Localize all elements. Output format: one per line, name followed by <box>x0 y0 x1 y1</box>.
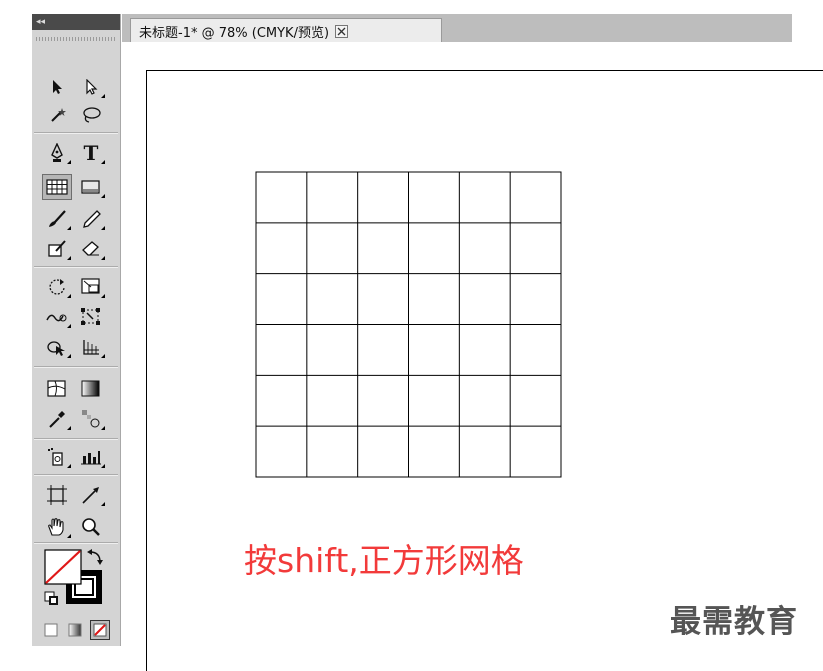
column-graph-icon <box>81 451 101 465</box>
warp-icon <box>46 314 67 322</box>
slice-tool[interactable] <box>76 482 106 508</box>
eyedropper-tool[interactable] <box>42 406 72 432</box>
zoom-icon <box>82 518 100 536</box>
perspective-grid-tool[interactable] <box>76 334 106 360</box>
color-mode-button[interactable] <box>44 622 58 637</box>
magic-wand-icon <box>51 108 66 122</box>
symbol-sprayer-tool[interactable] <box>42 444 72 470</box>
warp-tool[interactable] <box>42 304 72 330</box>
free-transform-tool[interactable] <box>76 304 106 330</box>
hand-tool[interactable] <box>42 514 72 540</box>
panel-grip[interactable] <box>36 37 116 41</box>
zoom-tool[interactable] <box>76 514 106 540</box>
shape-builder-tool[interactable] <box>42 334 72 360</box>
selection-tool[interactable] <box>42 74 72 100</box>
pencil-icon <box>83 210 101 228</box>
rectangle-tool[interactable] <box>76 174 106 200</box>
gradient-mode-button[interactable] <box>68 622 82 637</box>
blob-brush-icon <box>48 240 66 257</box>
eraser-icon <box>82 241 99 256</box>
document-tab-title: 未标题-1* @ 78% (CMYK/预览) <box>139 25 330 41</box>
pen-icon <box>51 143 63 162</box>
blend-icon <box>82 410 100 428</box>
fill-stroke-swatches <box>44 549 103 605</box>
panel-collapse-bar[interactable]: ◂◂ <box>32 14 120 30</box>
canvas-caption: 按shift,正方形网格 <box>244 541 524 580</box>
collapse-icon[interactable]: ◂◂ <box>36 14 45 30</box>
eraser-tool[interactable] <box>76 236 106 262</box>
gradient-mode-icon <box>68 623 82 637</box>
artboard-icon <box>47 485 67 505</box>
hand-icon <box>48 518 64 536</box>
watermark-logo: 最需教育 <box>670 604 798 640</box>
direct-selection-tool[interactable] <box>76 74 106 100</box>
magic-wand-tool[interactable] <box>42 102 72 128</box>
fill-stroke-widget[interactable] <box>42 544 112 618</box>
none-mode-button[interactable] <box>90 620 110 640</box>
shape-builder-icon <box>47 341 65 356</box>
rectangular-grid-tool[interactable] <box>42 174 72 200</box>
arrow-icon <box>53 80 62 94</box>
column-graph-tool[interactable] <box>76 444 106 470</box>
rotate-tool[interactable] <box>42 274 72 300</box>
symbol-sprayer-icon <box>48 448 63 466</box>
mesh-tool[interactable] <box>42 376 72 402</box>
none-mode-icon <box>93 623 107 637</box>
blob-brush-tool[interactable] <box>42 236 72 262</box>
close-icon[interactable] <box>335 24 349 38</box>
hollow-arrow-icon <box>86 79 98 95</box>
perspective-grid-icon <box>83 340 99 355</box>
rotate-icon <box>49 279 65 295</box>
artboard-tool[interactable] <box>42 482 72 508</box>
lasso-icon <box>83 107 101 123</box>
color-mode-icon <box>44 623 58 637</box>
lasso-tool[interactable] <box>76 102 106 128</box>
tools-panel: ◂◂ T <box>32 14 121 646</box>
gradient-icon <box>81 380 100 397</box>
type-icon: T <box>83 141 99 165</box>
pen-tool[interactable] <box>42 140 72 166</box>
document-tab[interactable]: 未标题-1* @ 78% (CMYK/预览) <box>130 18 442 43</box>
paintbrush-tool[interactable] <box>42 206 72 232</box>
scale-tool[interactable] <box>76 274 106 300</box>
slice-icon <box>82 487 99 504</box>
blend-tool[interactable] <box>76 406 106 432</box>
scale-icon <box>81 278 100 294</box>
free-transform-icon <box>81 308 100 325</box>
gradient-tool[interactable] <box>76 376 106 402</box>
brush-icon <box>49 210 66 227</box>
pencil-tool[interactable] <box>76 206 106 232</box>
grid-icon <box>46 179 68 195</box>
rectangle-icon <box>81 180 100 194</box>
mesh-icon <box>47 380 66 397</box>
type-tool[interactable]: T <box>76 140 106 166</box>
eyedropper-icon <box>49 411 65 428</box>
rectangular-grid[interactable] <box>255 171 563 479</box>
